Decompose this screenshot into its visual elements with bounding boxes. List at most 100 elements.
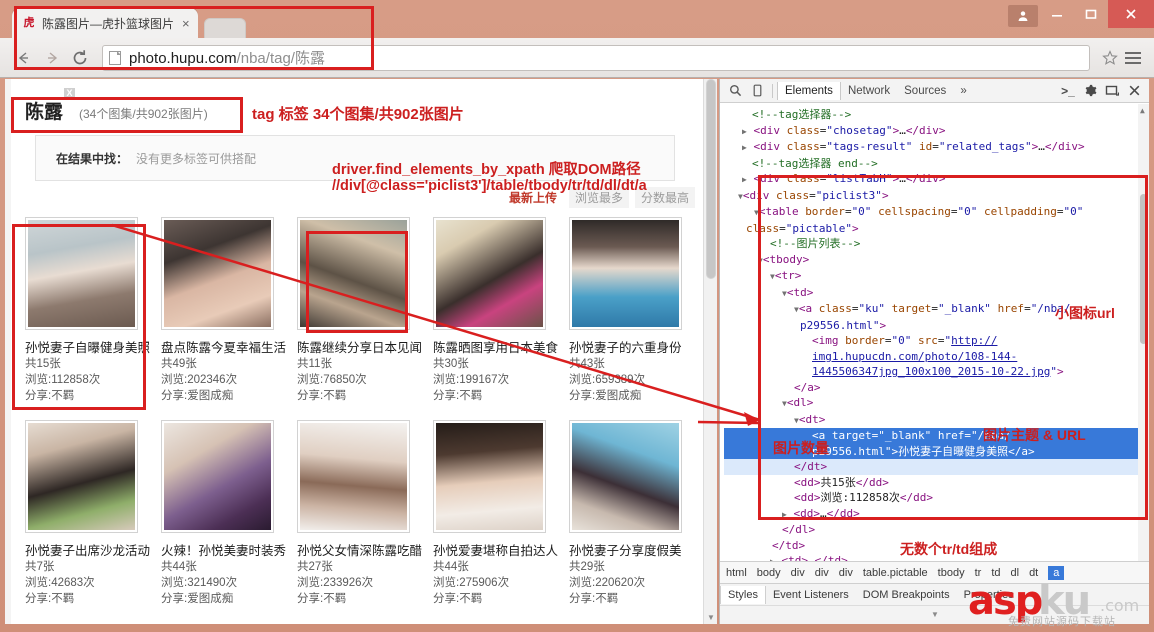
photo-title[interactable]: 陈露晒图享用日本美食 [433, 337, 561, 356]
dom-line[interactable]: <!--tag选择器 end--> [724, 156, 1149, 172]
photo-card[interactable]: 孙悦妻子出席沙龙活动 共7张 浏览:42683次 分享:不羁 [21, 414, 157, 617]
photo-title[interactable]: 火辣！孙悦美妻时装秀 [161, 540, 289, 559]
photo-thumbnail[interactable] [161, 420, 274, 533]
photo-thumbnail[interactable] [25, 420, 138, 533]
tab-network[interactable]: Network [841, 82, 897, 100]
close-devtools-button[interactable] [1123, 81, 1145, 101]
scroll-down-icon[interactable]: ▼ [707, 613, 715, 622]
photo-card[interactable]: 孙悦妻子的六重身份 共43张 浏览:659389次 分享:爱图成痴 [565, 211, 701, 414]
dom-line[interactable]: ▼<tbody> [724, 252, 1149, 269]
photo-title[interactable]: 孙悦妻子自曝健身美照 [25, 337, 153, 356]
minimize-button[interactable] [1040, 0, 1074, 28]
photo-card[interactable]: 火辣！孙悦美妻时装秀 共44张 浏览:321490次 分享:爱图成痴 [157, 414, 293, 617]
dom-line[interactable]: ▼<td> [724, 285, 1149, 302]
breadcrumb-table[interactable]: table.pictable [863, 567, 928, 579]
dom-line[interactable]: <dd>浏览:112858次</dd> [724, 490, 1149, 506]
dom-line[interactable]: <img border="0" src="http:// [724, 333, 1149, 349]
close-tab-icon[interactable]: × [182, 17, 190, 30]
dom-line[interactable]: <dd>共15张</dd> [724, 475, 1149, 491]
settings-button[interactable] [1079, 81, 1101, 101]
photo-thumbnail[interactable] [433, 420, 546, 533]
sort-tab-latest[interactable]: 最新上传 [503, 187, 563, 208]
scrollbar-thumb[interactable] [1140, 194, 1147, 344]
expand-triangle-icon[interactable]: ▶ [782, 510, 787, 519]
breadcrumb-dl[interactable]: dl [1011, 567, 1020, 579]
photo-card[interactable]: 陈露晒图享用日本美食 共30张 浏览:199167次 分享:不羁 [429, 211, 565, 414]
sort-tab-top-rated[interactable]: 分数最高 [634, 187, 695, 208]
dock-position-button[interactable] [1101, 81, 1123, 101]
photo-thumbnail[interactable] [25, 217, 138, 330]
breadcrumb-a[interactable]: a [1048, 565, 1065, 580]
breadcrumb-dt[interactable]: dt [1029, 567, 1038, 579]
dom-line[interactable]: </a> [724, 380, 1149, 396]
dom-line[interactable]: ▼<dt> [724, 412, 1149, 429]
photo-thumbnail[interactable] [297, 217, 410, 330]
dom-line[interactable]: </dt> [724, 459, 1149, 475]
breadcrumb-div-1[interactable]: div [791, 567, 805, 579]
photo-card[interactable]: 孙悦妻子自曝健身美照 共15张 浏览:112858次 分享:不羁 [21, 211, 157, 414]
inspect-search-button[interactable] [724, 81, 746, 101]
tab-more[interactable]: » [953, 82, 973, 100]
dom-line[interactable]: <!--tag选择器--> [724, 107, 1149, 123]
dom-line[interactable]: ▶ <dd>…</dd> [724, 506, 1149, 523]
close-window-button[interactable] [1108, 0, 1154, 28]
dom-line[interactable]: ▶ <div class="tags-result" id="related_t… [724, 139, 1149, 156]
device-toolbar-button[interactable] [746, 81, 768, 101]
breadcrumb-tr[interactable]: tr [975, 567, 982, 579]
browser-tab[interactable]: 虎 陈露图片—虎扑篮球图片 × [12, 8, 198, 38]
dom-line[interactable]: ▼<dl> [724, 395, 1149, 412]
photo-title[interactable]: 孙悦爱妻堪称自拍达人 [433, 540, 561, 559]
photo-card[interactable]: 盘点陈露今夏幸福生活 共49张 浏览:202346次 分享:爱图成痴 [157, 211, 293, 414]
address-bar[interactable]: photo.hupu.com/nba/tag/陈露 [102, 44, 1090, 71]
photo-card[interactable]: 孙悦妻子分享度假美 共29张 浏览:220620次 分享:不羁 [565, 414, 701, 617]
tab-event-listeners[interactable]: Event Listeners [766, 586, 856, 604]
photo-title[interactable]: 孙悦妻子的六重身份 [569, 337, 697, 356]
dom-line[interactable]: ▼<div class="piclist3"> [724, 188, 1149, 205]
dom-tree[interactable]: <!--tag选择器--> ▶ <div class="chosetag">…<… [720, 104, 1149, 574]
sort-tab-most-viewed[interactable]: 浏览最多 [568, 187, 629, 208]
new-tab-button[interactable] [203, 18, 246, 38]
photo-card[interactable]: 陈露继续分享日本见闻 共11张 浏览:76850次 分享:不羁 [293, 211, 429, 414]
photo-thumbnail[interactable] [161, 217, 274, 330]
dom-line[interactable]: </dl> [724, 522, 1149, 538]
breadcrumb-div-2[interactable]: div [815, 567, 829, 579]
back-button[interactable] [10, 44, 38, 72]
photo-title[interactable]: 孙悦妻子分享度假美 [569, 540, 697, 559]
dom-line[interactable]: <!--图片列表--> [724, 236, 1149, 252]
account-button[interactable] [1006, 0, 1040, 28]
tab-styles[interactable]: Styles [720, 585, 766, 604]
dom-line[interactable]: ▶ <div class="chosetag">…</div> [724, 123, 1149, 140]
breadcrumb-tbody[interactable]: tbody [938, 567, 965, 579]
tab-sources[interactable]: Sources [897, 82, 953, 100]
breadcrumb-html[interactable]: html [726, 567, 747, 579]
devtools-scrollbar[interactable]: ▲ ▼ [1138, 104, 1149, 574]
dom-line-selected-cont[interactable]: p29556.html">孙悦妻子自曝健身美照</a> [724, 443, 1149, 459]
reload-button[interactable] [66, 44, 94, 72]
chrome-menu-button[interactable] [1122, 47, 1144, 69]
photo-card[interactable]: 孙悦爱妻堪称自拍达人 共44张 浏览:275906次 分享:不羁 [429, 414, 565, 617]
scrollbar-thumb[interactable] [706, 79, 716, 279]
dom-line[interactable]: </td> [724, 538, 1149, 554]
dom-line[interactable]: ▼<table border="0" cellspacing="0" cellp… [724, 204, 1149, 221]
bookmark-star-button[interactable] [1098, 46, 1122, 70]
expand-triangle-icon[interactable]: ▶ [742, 175, 747, 184]
console-drawer-button[interactable]: >_ [1057, 81, 1079, 101]
breadcrumb-td[interactable]: td [991, 567, 1000, 579]
breadcrumb-body[interactable]: body [757, 567, 781, 579]
photo-title[interactable]: 盘点陈露今夏幸福生活 [161, 337, 289, 356]
dom-line[interactable]: ▼<tr> [724, 268, 1149, 285]
tab-dom-breakpoints[interactable]: DOM Breakpoints [856, 586, 957, 604]
tab-properties[interactable]: Properties [957, 586, 1021, 604]
dom-line[interactable]: ▶ <div class="listTabH">…</div> [724, 171, 1149, 188]
breadcrumb-div-3[interactable]: div [839, 567, 853, 579]
photo-thumbnail[interactable] [433, 217, 546, 330]
expand-triangle-icon[interactable]: ▶ [742, 143, 747, 152]
dom-line-selected[interactable]: <a target="_blank" href="/nba/ [724, 428, 1149, 444]
scroll-up-icon[interactable]: ▲ [1140, 106, 1145, 115]
pane-resizer[interactable]: ▼ [720, 605, 1149, 623]
dom-line[interactable]: ▼<a class="ku" target="_blank" href="/nb… [724, 301, 1149, 318]
photo-thumbnail[interactable] [297, 420, 410, 533]
photo-title[interactable]: 孙悦父女情深陈露吃醋 [297, 540, 425, 559]
photo-thumbnail[interactable] [569, 217, 682, 330]
remove-tag-icon[interactable]: X [64, 88, 76, 99]
